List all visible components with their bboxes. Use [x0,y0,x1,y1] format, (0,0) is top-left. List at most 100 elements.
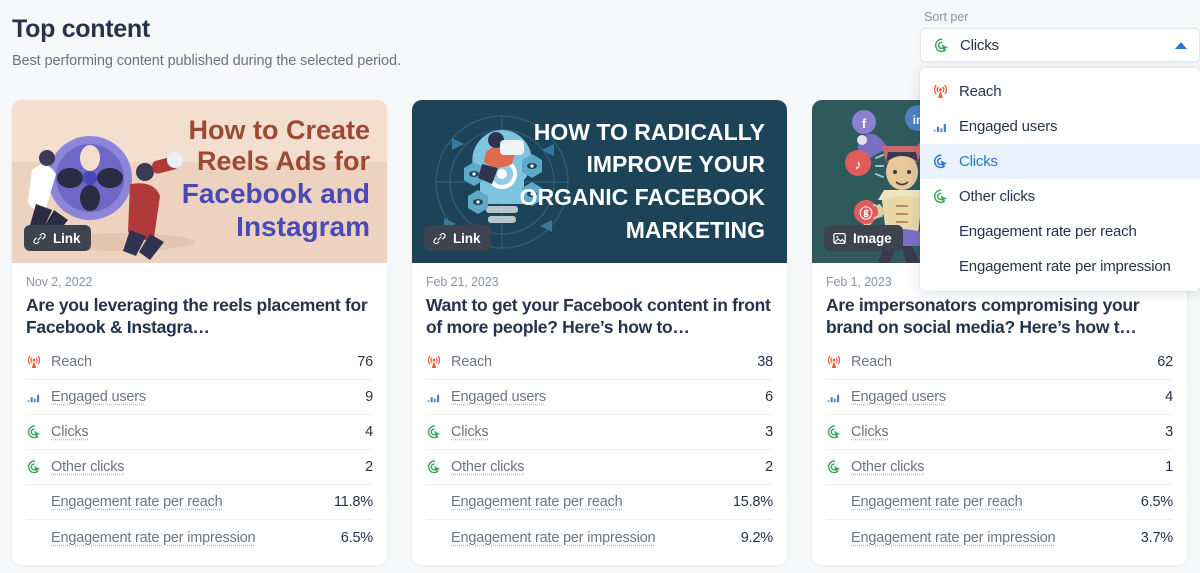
metric-value: 15.8% [733,494,773,510]
metric-value: 62 [1157,354,1173,370]
card-metrics-list: Reach 76 Engaged users 9 Clicks 4 Other … [26,345,373,555]
metric-label[interactable]: Other clicks [51,459,365,475]
metric-row: Clicks 4 [26,415,373,450]
reach-icon [26,354,42,370]
content-type-badge: Image [824,225,903,251]
reach-icon [426,354,442,370]
other-clicks-icon [932,188,949,205]
clicks-icon [933,37,950,54]
card-body: Nov 2, 2022 Are you leveraging the reels… [12,263,387,565]
metric-label[interactable]: Engagement rate per reach [51,494,334,510]
sort-option-label: Clicks [959,153,998,170]
metric-row: Reach 38 [426,345,773,380]
metric-row: Reach 76 [26,345,373,380]
sort-option-reach[interactable]: Reach [920,74,1200,109]
metric-label[interactable]: Engaged users [451,389,765,405]
sort-option-other-clicks[interactable]: Other clicks [920,179,1200,214]
metric-label: Reach [451,354,757,370]
card-metrics-list: Reach 62 Engaged users 4 Clicks 3 Other … [826,345,1173,555]
metric-row: Other clicks 2 [426,450,773,485]
metric-value: 4 [365,424,373,440]
card-body: Feb 1, 2023 Are impersonators compromisi… [812,263,1187,565]
sort-option-label: Engagement rate per reach [959,223,1137,240]
metric-label: Reach [51,354,357,370]
metric-label: Reach [851,354,1157,370]
card-body: Feb 21, 2023 Want to get your Facebook c… [412,263,787,565]
sort-option-engaged-users[interactable]: Engaged users [920,109,1200,144]
sort-option-engagement-rate-per-reach[interactable]: Engagement rate per reach [920,214,1200,249]
card-title: Want to get your Facebook content in fro… [426,294,773,339]
card-title: Are impersonators compromising your bran… [826,294,1173,339]
metric-label[interactable]: Engagement rate per impression [451,530,741,546]
content-type-badge: Link [24,225,91,251]
metric-label[interactable]: Clicks [51,424,365,440]
content-type-badge: Link [424,225,491,251]
svg-text:Instagram: Instagram [236,211,370,242]
metric-value: 6 [765,389,773,405]
clicks-icon [26,424,42,440]
card-thumbnail[interactable]: HOW TO RADICALLY IMPROVE YOUR ORGANIC FA… [412,100,787,263]
metric-row: Engagement rate per impression 6.5% [26,520,373,555]
metric-label[interactable]: Engaged users [851,389,1165,405]
image-icon [832,231,847,246]
metric-row: Other clicks 2 [26,450,373,485]
link-icon [432,231,447,246]
metric-label[interactable]: Engaged users [51,389,365,405]
metric-row: Engagement rate per reach 15.8% [426,485,773,520]
sort-option-label: Reach [959,83,1001,100]
sort-option-label: Other clicks [959,188,1035,205]
clicks-icon [932,153,949,170]
content-card[interactable]: HOW TO RADICALLY IMPROVE YOUR ORGANIC FA… [412,100,787,565]
svg-text:Reels Ads for: Reels Ads for [197,146,371,176]
page-title: Top content [12,14,892,44]
metric-row: Clicks 3 [826,415,1173,450]
svg-text:HOW TO RADICALLY: HOW TO RADICALLY [534,119,765,145]
clicks-icon [826,424,842,440]
metric-value: 6.5% [341,530,373,546]
sort-option-engagement-rate-per-impression[interactable]: Engagement rate per impression [920,249,1200,284]
metric-row: Reach 62 [826,345,1173,380]
metric-row: Engaged users 6 [426,380,773,415]
content-type-label: Link [53,231,80,246]
reach-icon [932,83,949,100]
card-date: Feb 21, 2023 [426,275,773,289]
card-date: Nov 2, 2022 [26,275,373,289]
metric-label[interactable]: Clicks [851,424,1165,440]
svg-text:IMPROVE YOUR: IMPROVE YOUR [587,151,766,177]
metric-label[interactable]: Clicks [451,424,765,440]
metric-value: 9 [365,389,373,405]
metric-label[interactable]: Other clicks [851,459,1165,475]
metric-value: 3 [1165,424,1173,440]
sort-per-label: Sort per [920,10,1200,24]
sort-per-select[interactable]: Clicks [920,28,1200,62]
sort-per-selected-value: Clicks [960,37,1175,54]
metric-value: 11.8% [334,494,373,510]
metric-label[interactable]: Engagement rate per impression [851,530,1141,546]
sort-option-clicks[interactable]: Clicks [920,144,1200,179]
metric-value: 3 [765,424,773,440]
metric-value: 38 [757,354,773,370]
content-card[interactable]: How to Create Reels Ads for Facebook and… [12,100,387,565]
metric-label[interactable]: Engagement rate per impression [51,530,341,546]
svg-text:f: f [862,116,867,131]
page-subtitle: Best performing content published during… [12,53,892,69]
metric-label[interactable]: Engagement rate per reach [451,494,733,510]
metric-value: 1 [1165,459,1173,475]
metric-row: Engagement rate per impression 3.7% [826,520,1173,555]
metric-value: 76 [357,354,373,370]
metric-value: 3.7% [1141,530,1173,546]
metric-label[interactable]: Engagement rate per reach [851,494,1141,510]
card-title: Are you leveraging the reels placement f… [26,294,373,339]
card-thumbnail[interactable]: How to Create Reels Ads for Facebook and… [12,100,387,263]
metric-row: Engagement rate per reach 6.5% [826,485,1173,520]
chevron-up-icon[interactable] [1175,42,1187,49]
page-header: Top content Best performing content publ… [12,14,892,69]
link-icon [32,231,47,246]
metric-value: 9.2% [741,530,773,546]
metric-value: 2 [765,459,773,475]
metric-value: 6.5% [1141,494,1173,510]
clicks-icon [426,424,442,440]
metric-label[interactable]: Other clicks [451,459,765,475]
content-type-label: Link [453,231,480,246]
metric-row: Other clicks 1 [826,450,1173,485]
